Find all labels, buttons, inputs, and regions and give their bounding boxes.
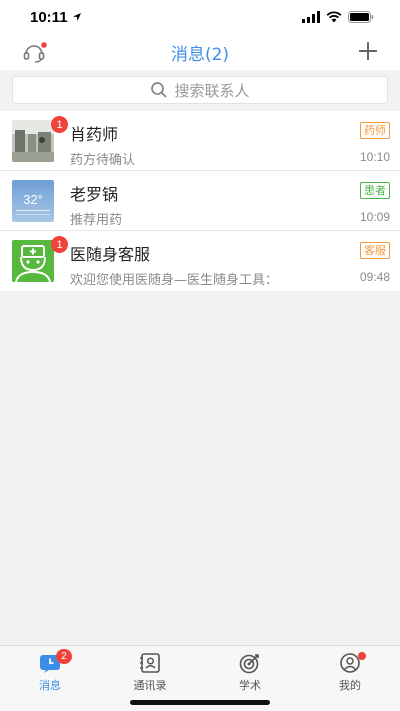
address-book-icon [138,652,162,674]
tab-messages[interactable]: 消息 2 [0,646,100,711]
location-arrow-icon [72,13,81,21]
svg-text:32°: 32° [23,192,43,207]
unread-badge: 1 [51,236,68,253]
role-tag: 药师 [360,122,390,139]
list-item[interactable]: 1 肖药师 药方待确认 药师 10:10 [0,111,400,171]
tab-label: 我的 [339,679,361,692]
status-time-group: 10:11 [30,9,82,26]
battery-icon [348,11,374,23]
target-icon [238,652,262,674]
notification-dot [358,652,366,660]
status-time: 10:11 [30,8,68,26]
nav-bar: 消息(2) [0,34,400,70]
message-time: 09:48 [359,270,390,284]
message-preview: 推荐用药 [70,213,123,228]
contact-name: 老罗锅 [70,185,119,204]
headset-icon [23,42,47,63]
search-placeholder: 搜索联系人 [174,81,250,100]
tab-label: 通讯录 [133,679,167,692]
list-item[interactable]: 32° 老罗锅 推荐用药 患者 10:09 [0,171,400,231]
avatar [12,240,54,282]
home-indicator [130,700,270,705]
message-list: 1 肖药师 药方待确认 药师 10:10 32° 老罗锅 推荐用药 患者 10:… [0,111,400,291]
plus-icon [359,42,377,60]
search-input[interactable]: 搜索联系人 [12,76,388,104]
screen: 10:11 消息(2) 搜索联系人 1 肖药师 药方待确认 药师 10:10 3… [0,0,400,711]
cellular-signal-icon [302,11,320,23]
message-preview: 药方待确认 [70,153,136,168]
role-tag: 患者 [360,182,390,199]
tab-label: 学术 [239,679,261,692]
wifi-icon [326,11,342,23]
status-indicators [302,11,374,23]
tab-label: 消息 [39,679,61,692]
search-icon [151,82,168,98]
message-time: 10:10 [359,150,390,164]
status-bar: 10:11 [0,0,400,34]
notification-dot [41,42,47,48]
search-area: 搜索联系人 [0,70,400,110]
unread-badge: 1 [51,116,68,133]
customer-service-button[interactable] [22,41,48,63]
page-title: 消息(2) [170,44,230,65]
contact-name: 肖药师 [70,125,119,144]
message-preview: 欢迎您使用医随身—医生随身工具： [70,273,279,288]
add-button[interactable] [356,39,380,63]
tab-badge: 2 [56,649,72,664]
tab-profile[interactable]: 我的 [300,646,400,711]
avatar: 32° [12,180,54,222]
list-item[interactable]: 1 医随身客服 欢迎您使用医随身—医生随身工具： 客服 09:48 [0,231,400,291]
contact-name: 医随身客服 [70,245,151,264]
avatar [12,120,54,162]
role-tag: 客服 [360,242,390,259]
message-time: 10:09 [359,210,390,224]
